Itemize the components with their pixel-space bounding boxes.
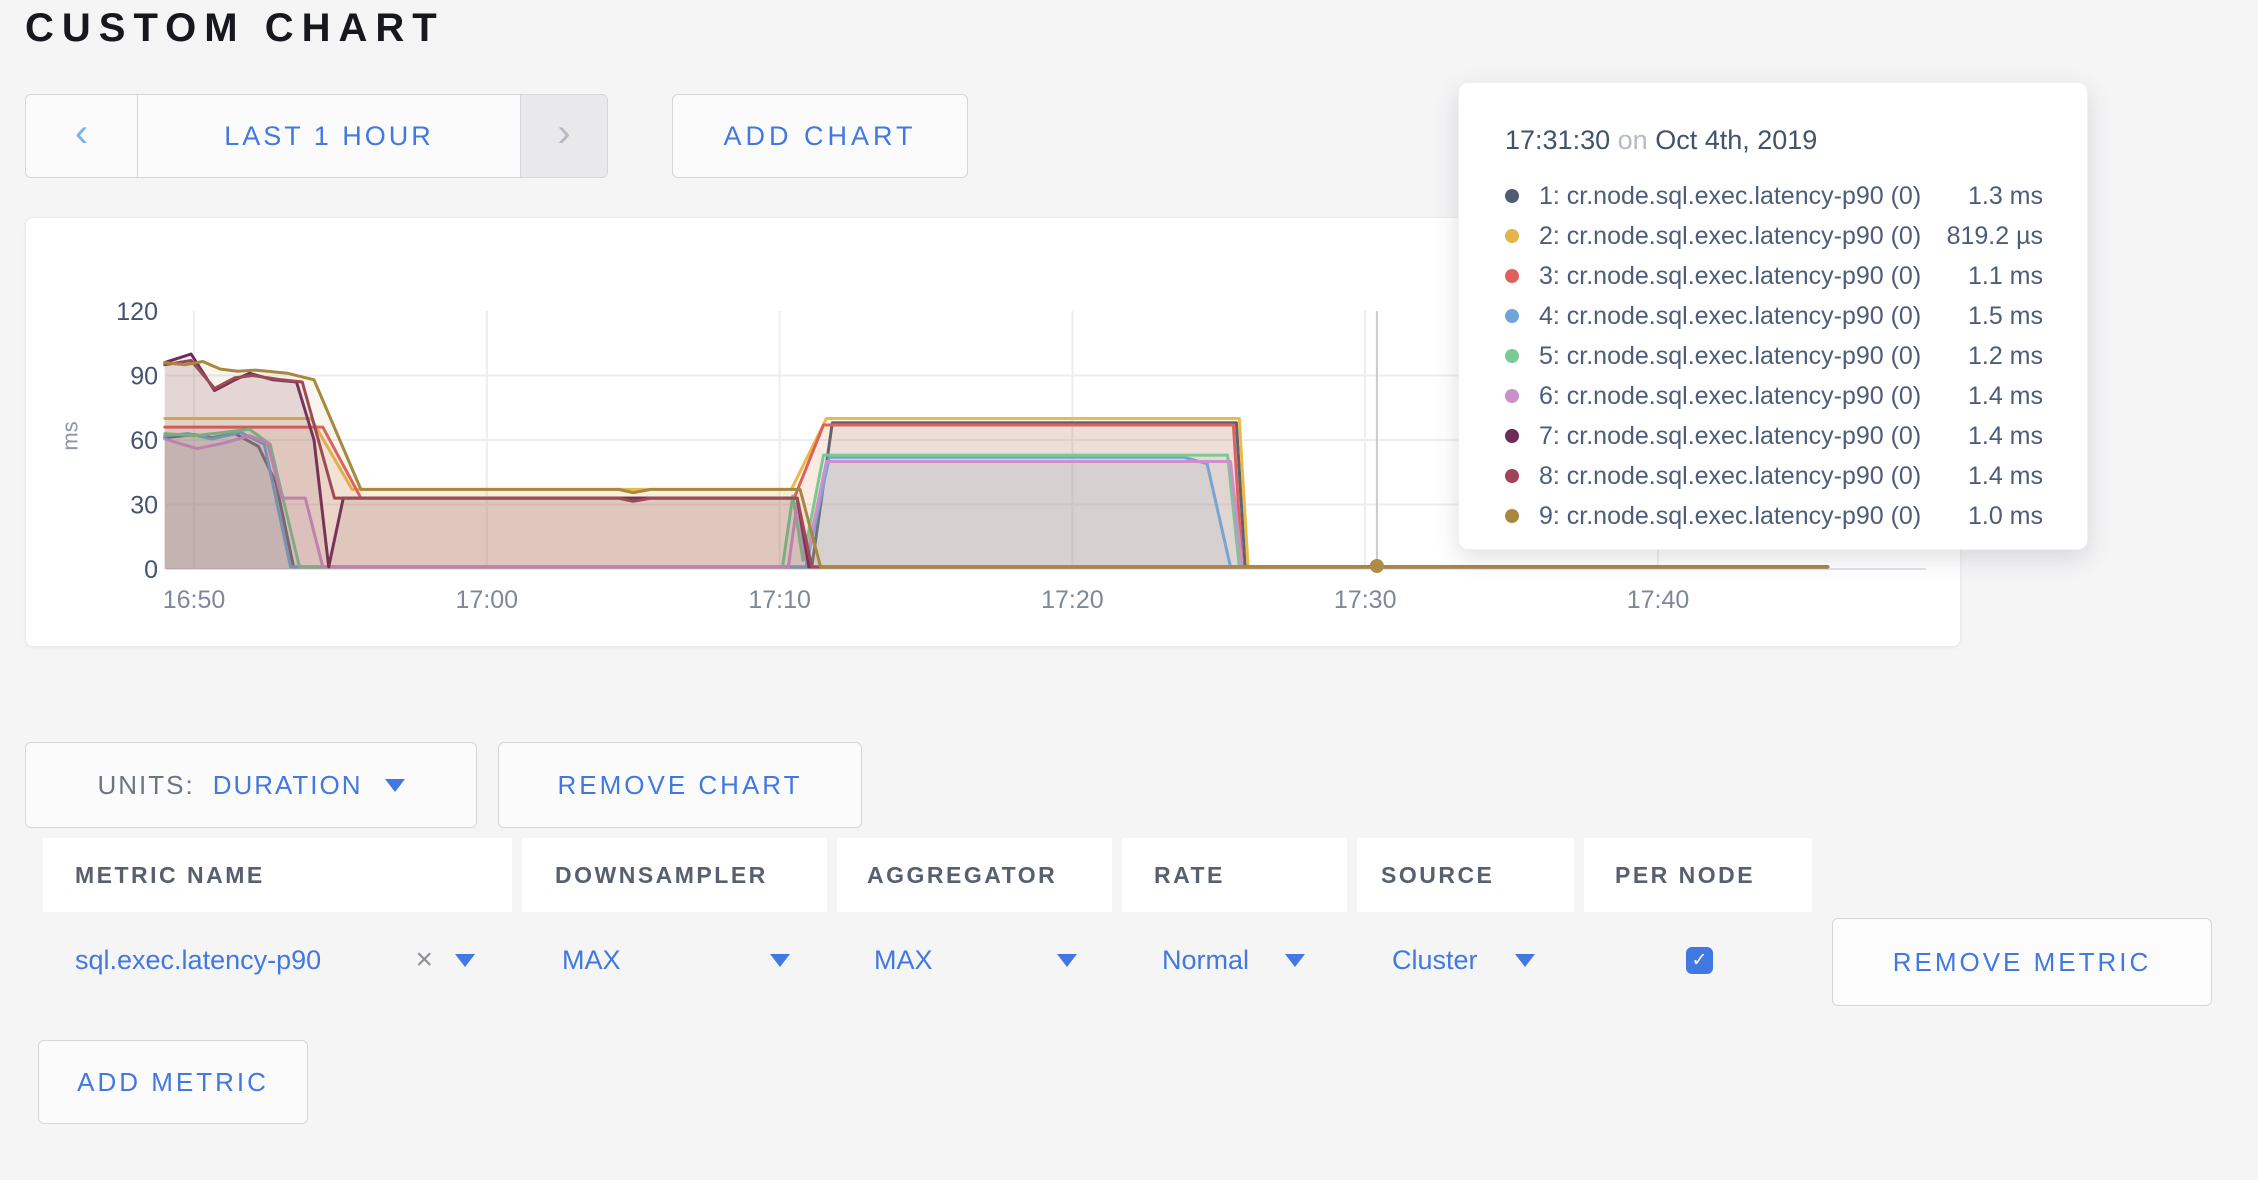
tooltip-series-row: 8: cr.node.sql.exec.latency-p90 (0)1.4 m… — [1505, 456, 2043, 496]
caret-down-icon — [1515, 954, 1535, 967]
series-color-dot-icon — [1505, 509, 1519, 523]
check-icon: ✓ — [1692, 949, 1708, 972]
svg-text:17:10: 17:10 — [748, 586, 811, 614]
series-value: 1.0 ms — [1968, 502, 2043, 531]
caret-down-icon — [1057, 954, 1077, 967]
svg-text:17:00: 17:00 — [456, 586, 519, 614]
units-dropdown[interactable]: UNITS: DURATION — [25, 742, 477, 828]
remove-chart-button[interactable]: REMOVE CHART — [498, 742, 862, 828]
tooltip-time: 17:31:30 — [1505, 125, 1610, 155]
tooltip-series-row: 3: cr.node.sql.exec.latency-p90 (0)1.1 m… — [1505, 256, 2043, 296]
series-color-dot-icon — [1505, 309, 1519, 323]
time-range-selector: ‹ LAST 1 HOUR › — [25, 94, 608, 178]
custom-chart-page: CUSTOM CHART ‹ LAST 1 HOUR › ADD CHART 1… — [0, 0, 2258, 1180]
remove-metric-button[interactable]: REMOVE METRIC — [1832, 918, 2212, 1006]
column-header-aggregator: AGGREGATOR — [837, 838, 1112, 912]
column-header-source: SOURCE — [1357, 838, 1574, 912]
per-node-checkbox[interactable]: ✓ — [1686, 947, 1713, 974]
page-title: CUSTOM CHART — [25, 6, 445, 51]
tooltip-series-row: 5: cr.node.sql.exec.latency-p90 (0)1.2 m… — [1505, 336, 2043, 376]
time-prev-button[interactable]: ‹ — [26, 95, 138, 177]
caret-down-icon — [770, 954, 790, 967]
column-header-rate: RATE — [1122, 838, 1347, 912]
y-axis-unit-label: ms — [58, 421, 84, 450]
tooltip-series-row: 4: cr.node.sql.exec.latency-p90 (0)1.5 m… — [1505, 296, 2043, 336]
tooltip-header: 17:31:30 on Oct 4th, 2019 — [1505, 125, 2043, 156]
caret-down-icon — [385, 779, 405, 792]
svg-text:17:20: 17:20 — [1041, 586, 1104, 614]
chevron-left-icon: ‹ — [75, 113, 88, 153]
series-value: 1.5 ms — [1968, 302, 2043, 331]
tooltip-date: Oct 4th, 2019 — [1655, 125, 1817, 155]
series-label: 1: cr.node.sql.exec.latency-p90 (0) — [1539, 182, 1968, 211]
series-color-dot-icon — [1505, 189, 1519, 203]
time-range-label[interactable]: LAST 1 HOUR — [138, 95, 520, 177]
source-dropdown[interactable]: Cluster — [1392, 915, 1535, 1005]
time-next-button[interactable]: › — [520, 95, 607, 177]
series-color-dot-icon — [1505, 469, 1519, 483]
tooltip-series-row: 6: cr.node.sql.exec.latency-p90 (0)1.4 m… — [1505, 376, 2043, 416]
series-value: 819.2 µs — [1947, 222, 2043, 251]
downsampler-value: MAX — [562, 945, 621, 976]
caret-down-icon — [455, 954, 475, 967]
series-label: 6: cr.node.sql.exec.latency-p90 (0) — [1539, 382, 1968, 411]
chart-tooltip: 17:31:30 on Oct 4th, 2019 1: cr.node.sql… — [1458, 82, 2088, 550]
series-value: 1.4 ms — [1968, 382, 2043, 411]
rate-dropdown[interactable]: Normal — [1162, 915, 1305, 1005]
chevron-right-icon: › — [557, 113, 570, 153]
series-color-dot-icon — [1505, 389, 1519, 403]
aggregator-dropdown[interactable]: MAX — [874, 915, 1077, 1005]
series-value: 1.2 ms — [1968, 342, 2043, 371]
caret-down-icon — [1285, 954, 1305, 967]
series-label: 4: cr.node.sql.exec.latency-p90 (0) — [1539, 302, 1968, 331]
svg-text:90: 90 — [130, 363, 158, 391]
series-color-dot-icon — [1505, 229, 1519, 243]
series-color-dot-icon — [1505, 269, 1519, 283]
series-label: 3: cr.node.sql.exec.latency-p90 (0) — [1539, 262, 1968, 291]
rate-value: Normal — [1162, 945, 1249, 976]
units-label: UNITS: — [97, 770, 194, 801]
column-header-downsampler: DOWNSAMPLER — [522, 838, 827, 912]
svg-text:16:50: 16:50 — [163, 586, 226, 614]
add-chart-button[interactable]: ADD CHART — [672, 94, 968, 178]
series-value: 1.4 ms — [1968, 422, 2043, 451]
source-value: Cluster — [1392, 945, 1478, 976]
metric-name-value: sql.exec.latency-p90 — [75, 945, 321, 976]
metric-name-dropdown[interactable]: sql.exec.latency-p90 × — [75, 915, 475, 1005]
aggregator-value: MAX — [874, 945, 933, 976]
tooltip-series-row: 2: cr.node.sql.exec.latency-p90 (0)819.2… — [1505, 216, 2043, 256]
series-label: 9: cr.node.sql.exec.latency-p90 (0) — [1539, 502, 1968, 531]
tooltip-series-row: 9: cr.node.sql.exec.latency-p90 (0)1.0 m… — [1505, 496, 2043, 536]
add-metric-button[interactable]: ADD METRIC — [38, 1040, 308, 1124]
tooltip-on: on — [1618, 125, 1648, 155]
series-value: 1.1 ms — [1968, 262, 2043, 291]
series-label: 2: cr.node.sql.exec.latency-p90 (0) — [1539, 222, 1947, 251]
series-label: 7: cr.node.sql.exec.latency-p90 (0) — [1539, 422, 1968, 451]
series-label: 5: cr.node.sql.exec.latency-p90 (0) — [1539, 342, 1968, 371]
column-header-per-node: PER NODE — [1584, 838, 1812, 912]
downsampler-dropdown[interactable]: MAX — [562, 915, 790, 1005]
series-color-dot-icon — [1505, 349, 1519, 363]
svg-text:0: 0 — [144, 556, 158, 584]
series-color-dot-icon — [1505, 429, 1519, 443]
series-value: 1.4 ms — [1968, 462, 2043, 491]
clear-metric-icon[interactable]: × — [415, 943, 433, 977]
units-value: DURATION — [213, 770, 363, 801]
tooltip-series-row: 7: cr.node.sql.exec.latency-p90 (0)1.4 m… — [1505, 416, 2043, 456]
svg-text:120: 120 — [116, 298, 158, 326]
tooltip-series-list: 1: cr.node.sql.exec.latency-p90 (0)1.3 m… — [1505, 176, 2043, 536]
column-header-metric-name: METRIC NAME — [43, 838, 512, 912]
svg-text:17:30: 17:30 — [1334, 586, 1397, 614]
svg-text:30: 30 — [130, 492, 158, 520]
svg-text:17:40: 17:40 — [1627, 586, 1690, 614]
series-label: 8: cr.node.sql.exec.latency-p90 (0) — [1539, 462, 1968, 491]
tooltip-series-row: 1: cr.node.sql.exec.latency-p90 (0)1.3 m… — [1505, 176, 2043, 216]
series-value: 1.3 ms — [1968, 182, 2043, 211]
svg-text:60: 60 — [130, 427, 158, 455]
